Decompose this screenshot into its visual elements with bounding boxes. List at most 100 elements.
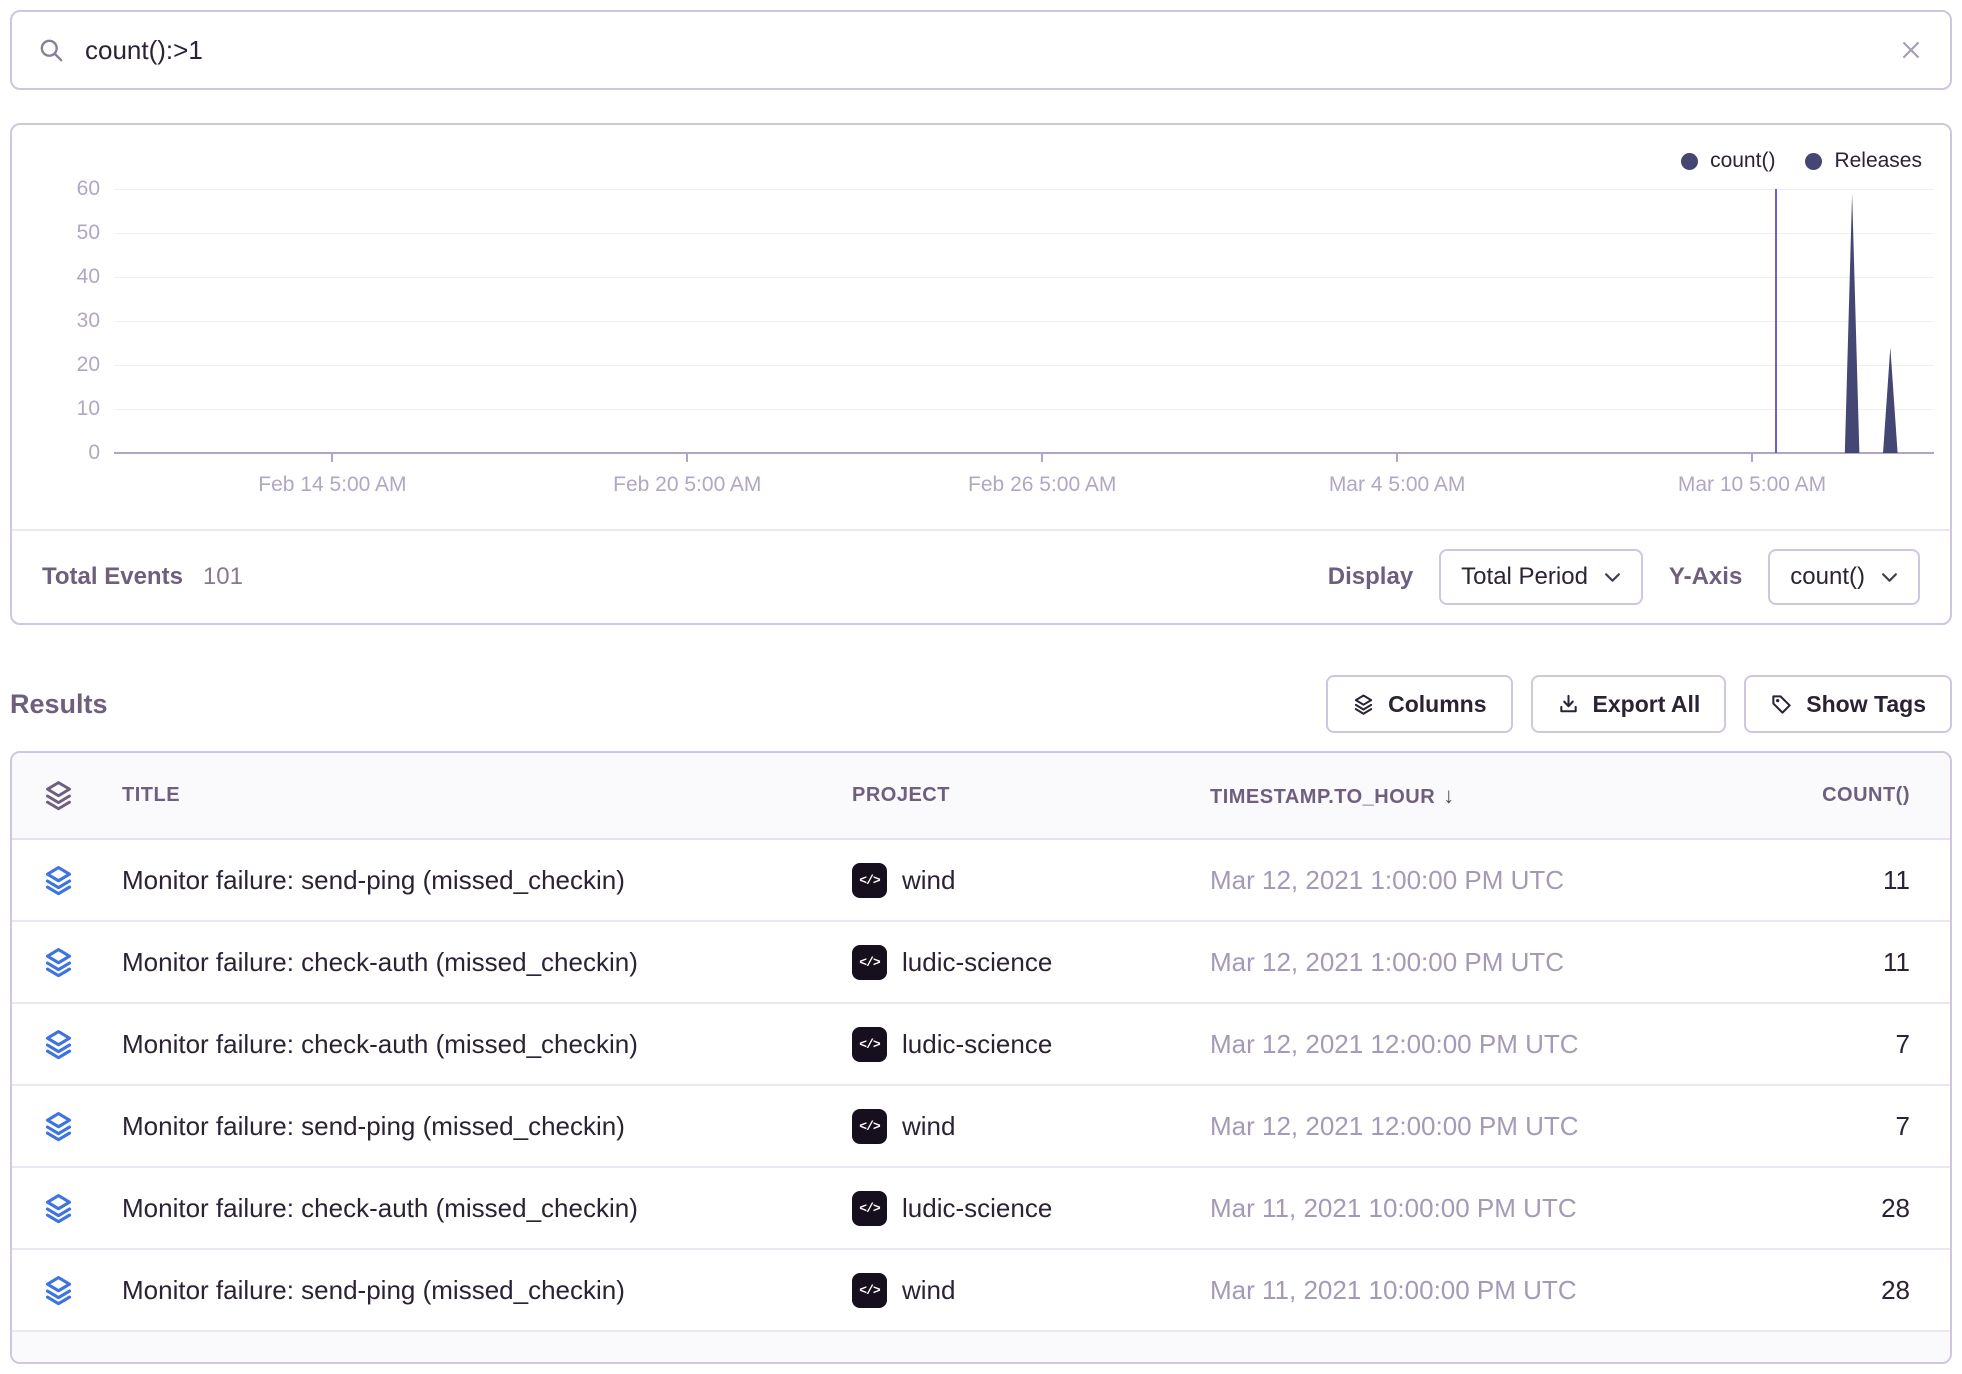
stack-events-icon — [42, 1110, 75, 1143]
code-platform-icon: </> — [852, 945, 887, 980]
clear-search-button[interactable] — [1898, 37, 1924, 63]
row-timestamp: Mar 11, 2021 10:00:00 PM UTC — [1192, 1275, 1647, 1306]
row-count: 11 — [1647, 865, 1950, 896]
tag-icon — [1770, 693, 1793, 716]
header-stack-icon-cell[interactable] — [12, 779, 104, 812]
column-header-timestamp-label: TIMESTAMP.TO_HOUR — [1210, 786, 1435, 808]
x-axis-tick — [686, 453, 688, 462]
row-stack-icon-cell[interactable] — [12, 1110, 104, 1143]
y-axis-tick-label: 50 — [20, 221, 100, 245]
row-project-name: wind — [902, 865, 955, 896]
code-platform-icon: </> — [852, 863, 887, 898]
row-title-link[interactable]: Monitor failure: send-ping (missed_check… — [104, 1275, 834, 1306]
y-axis-tick-label: 40 — [20, 265, 100, 289]
table-row: Monitor failure: check-auth (missed_chec… — [12, 922, 1950, 1004]
total-events-label: Total Events — [42, 563, 183, 591]
row-stack-icon-cell[interactable] — [12, 1028, 104, 1061]
legend-label: Releases — [1834, 149, 1922, 173]
sort-desc-icon: ↓ — [1443, 783, 1455, 808]
results-heading: Results — [10, 689, 108, 720]
row-project: </> wind — [834, 863, 1192, 898]
row-project-name: wind — [902, 1275, 955, 1306]
table-footer-strip — [12, 1332, 1950, 1362]
show-tags-button-label: Show Tags — [1806, 691, 1926, 718]
x-axis-tick — [1041, 453, 1043, 462]
row-count: 7 — [1647, 1111, 1950, 1142]
row-title-link[interactable]: Monitor failure: check-auth (missed_chec… — [104, 947, 834, 978]
row-stack-icon-cell[interactable] — [12, 1274, 104, 1307]
row-stack-icon-cell[interactable] — [12, 864, 104, 897]
search-bar — [10, 10, 1952, 90]
chart-plot: 0102030405060Feb 14 5:00 AMFeb 20 5:00 A… — [114, 189, 1934, 453]
legend-dot-icon — [1681, 153, 1698, 170]
row-timestamp: Mar 11, 2021 10:00:00 PM UTC — [1192, 1193, 1647, 1224]
table-row: Monitor failure: check-auth (missed_chec… — [12, 1004, 1950, 1086]
events-chart-panel: count() Releases 0102030405060Feb 14 5:00… — [10, 123, 1952, 625]
row-count: 7 — [1647, 1029, 1950, 1060]
row-timestamp: Mar 12, 2021 1:00:00 PM UTC — [1192, 947, 1647, 978]
row-project: </> ludic-science — [834, 945, 1192, 980]
row-title-link[interactable]: Monitor failure: send-ping (missed_check… — [104, 1111, 834, 1142]
release-marker-line — [1775, 189, 1777, 453]
x-axis-tick-label: Feb 14 5:00 AM — [258, 473, 406, 497]
column-header-timestamp[interactable]: TIMESTAMP.TO_HOUR ↓ — [1192, 783, 1647, 809]
row-project-name: ludic-science — [902, 1193, 1052, 1224]
row-stack-icon-cell[interactable] — [12, 1192, 104, 1225]
code-platform-icon: </> — [852, 1273, 887, 1308]
y-axis-tick-label: 0 — [20, 441, 100, 465]
x-axis-tick-label: Mar 10 5:00 AM — [1678, 473, 1826, 497]
legend-item-count-[interactable]: count() — [1681, 149, 1775, 173]
display-label: Display — [1328, 563, 1413, 591]
row-project: </> ludic-science — [834, 1191, 1192, 1226]
chevron-down-icon — [1881, 572, 1898, 583]
row-project-name: ludic-science — [902, 1029, 1052, 1060]
table-header-row: TITLE PROJECT TIMESTAMP.TO_HOUR ↓ COUNT() — [12, 753, 1950, 840]
row-project: </> wind — [834, 1109, 1192, 1144]
y-axis-tick-label: 60 — [20, 177, 100, 201]
table-row: Monitor failure: send-ping (missed_check… — [12, 1086, 1950, 1168]
search-input[interactable] — [85, 35, 1898, 66]
x-axis-tick-label: Feb 26 5:00 AM — [968, 473, 1116, 497]
stack-events-icon — [42, 1192, 75, 1225]
count-series-spikes — [114, 189, 1934, 453]
results-table: TITLE PROJECT TIMESTAMP.TO_HOUR ↓ COUNT()… — [10, 751, 1952, 1364]
search-icon — [38, 37, 65, 64]
columns-button-label: Columns — [1388, 691, 1486, 718]
table-body: Monitor failure: send-ping (missed_check… — [12, 840, 1950, 1332]
y-axis-tick-label: 20 — [20, 353, 100, 377]
close-icon — [1898, 37, 1924, 63]
column-header-count[interactable]: COUNT() — [1647, 784, 1950, 807]
x-axis-tick-label: Feb 20 5:00 AM — [613, 473, 761, 497]
row-title-link[interactable]: Monitor failure: check-auth (missed_chec… — [104, 1029, 834, 1060]
code-platform-icon: </> — [852, 1109, 887, 1144]
total-events-value: 101 — [203, 563, 243, 591]
y-axis-tick-label: 10 — [20, 397, 100, 421]
row-timestamp: Mar 12, 2021 12:00:00 PM UTC — [1192, 1029, 1647, 1060]
chart-footer: Total Events 101 Display Total Period Y-… — [12, 529, 1950, 623]
x-axis-tick — [331, 453, 333, 462]
table-row: Monitor failure: send-ping (missed_check… — [12, 1250, 1950, 1332]
code-platform-icon: </> — [852, 1027, 887, 1062]
layers-icon — [42, 779, 75, 812]
table-row: Monitor failure: check-auth (missed_chec… — [12, 1168, 1950, 1250]
legend-item-releases[interactable]: Releases — [1805, 149, 1922, 173]
x-axis-tick-label: Mar 4 5:00 AM — [1329, 473, 1466, 497]
row-project: </> wind — [834, 1273, 1192, 1308]
row-stack-icon-cell[interactable] — [12, 946, 104, 979]
row-title-link[interactable]: Monitor failure: send-ping (missed_check… — [104, 865, 834, 896]
chevron-down-icon — [1604, 572, 1621, 583]
table-row: Monitor failure: send-ping (missed_check… — [12, 840, 1950, 922]
yaxis-label: Y-Axis — [1669, 563, 1742, 591]
show-tags-button[interactable]: Show Tags — [1744, 675, 1952, 733]
yaxis-dropdown[interactable]: count() — [1768, 549, 1920, 605]
stack-events-icon — [42, 1274, 75, 1307]
row-title-link[interactable]: Monitor failure: check-auth (missed_chec… — [104, 1193, 834, 1224]
export-all-button[interactable]: Export All — [1531, 675, 1727, 733]
row-timestamp: Mar 12, 2021 1:00:00 PM UTC — [1192, 865, 1647, 896]
legend-dot-icon — [1805, 153, 1822, 170]
column-header-project[interactable]: PROJECT — [834, 784, 1192, 807]
display-dropdown[interactable]: Total Period — [1439, 549, 1643, 605]
column-header-title[interactable]: TITLE — [104, 784, 834, 807]
row-project-name: ludic-science — [902, 947, 1052, 978]
columns-button[interactable]: Columns — [1326, 675, 1512, 733]
